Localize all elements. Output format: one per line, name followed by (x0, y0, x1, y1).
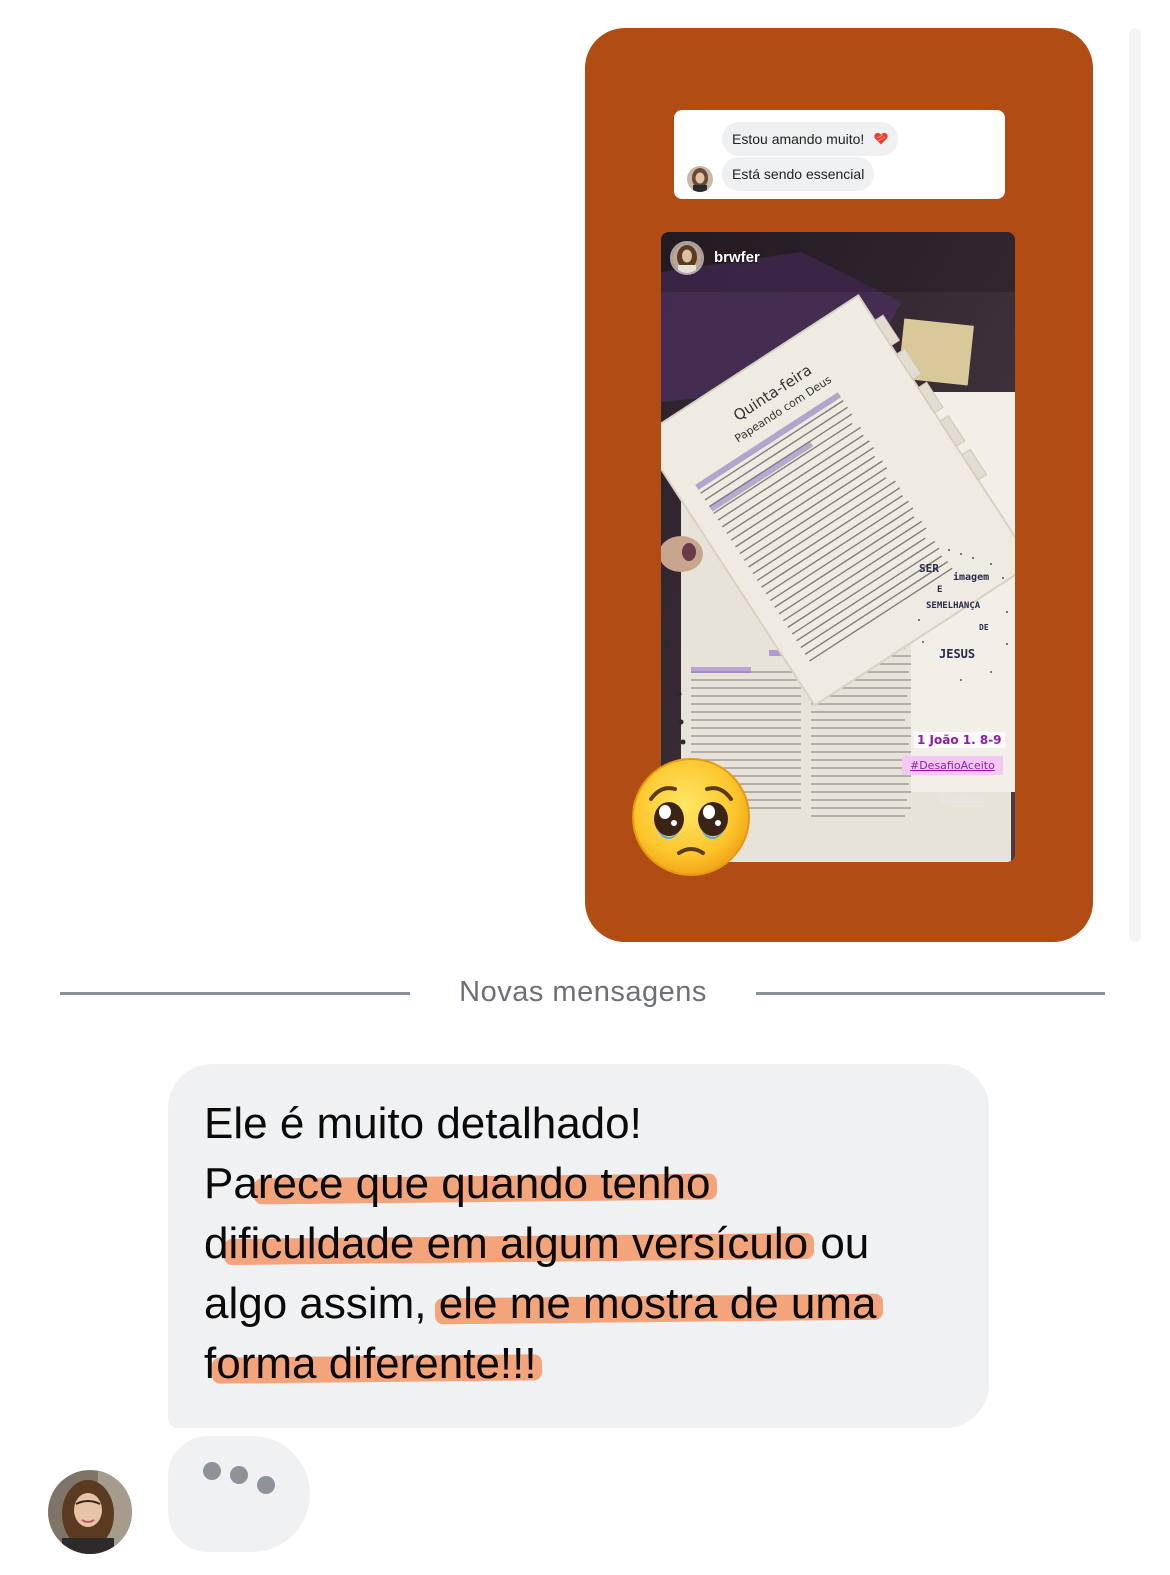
scrollbar[interactable] (1129, 28, 1141, 942)
divider-line-left (60, 992, 410, 995)
lettering-jesus: JESUS (939, 647, 975, 661)
highlight-3: ele me mostra de uma (438, 1279, 877, 1328)
lettering-semelhanca: SEMELHANÇA (926, 601, 981, 611)
divider-line-right (756, 992, 1105, 995)
message-line-3: dificuldade em algum versículo ou (204, 1219, 870, 1268)
typing-dot (203, 1462, 221, 1480)
message-line-2: Parece que quando tenho (204, 1159, 711, 1208)
typing-dot (230, 1466, 248, 1484)
sender-avatar[interactable] (48, 1470, 132, 1554)
verse-sticker: 1 João 1. 8-9 (914, 732, 1005, 748)
hashtag-sticker[interactable]: #DesafioAceito (902, 756, 1003, 775)
lettering-imagem: imagem (953, 571, 989, 583)
mention-sticker[interactable]: @isabeau (940, 792, 985, 803)
new-messages-divider-label: Novas mensagens (459, 976, 707, 1008)
reply-pill-2: Está sendo essencial (722, 157, 875, 191)
lettering-ser: SER (919, 562, 939, 575)
highlight-1: rece que quando tenho (257, 1159, 711, 1208)
message-line-5: forma diferente!!! (204, 1339, 537, 1388)
reply-text-1: Estou amando muito! (732, 131, 865, 147)
message-line-1: Ele é muito detalhado! (204, 1099, 642, 1148)
message-text: Ele é muito detalhado! Parece que quando… (204, 1094, 974, 1394)
reply-pill-1: Estou amando muito! (722, 122, 899, 156)
highlight-2: ificuldade em algum versículo (228, 1219, 809, 1268)
story-author-avatar (670, 241, 704, 275)
heart-icon (874, 132, 888, 145)
lettering-e: E (937, 585, 942, 595)
incoming-message-bubble[interactable]: Ele é muito detalhado! Parece que quando… (168, 1064, 989, 1428)
story-username: brwfer (714, 249, 760, 266)
reply-avatar (687, 166, 713, 192)
pleading-face-reaction-icon[interactable] (629, 755, 753, 879)
highlight-4: orma diferente!!! (216, 1339, 537, 1388)
message-line-4: algo assim, ele me mostra de uma (204, 1279, 877, 1328)
story-replies-box: Estou amando muito! Está sendo essencial (674, 110, 1005, 199)
typing-dot (257, 1476, 275, 1494)
typing-indicator (168, 1436, 310, 1552)
lettering-de: DE (979, 623, 989, 632)
reply-text-2: Está sendo essencial (732, 166, 865, 182)
